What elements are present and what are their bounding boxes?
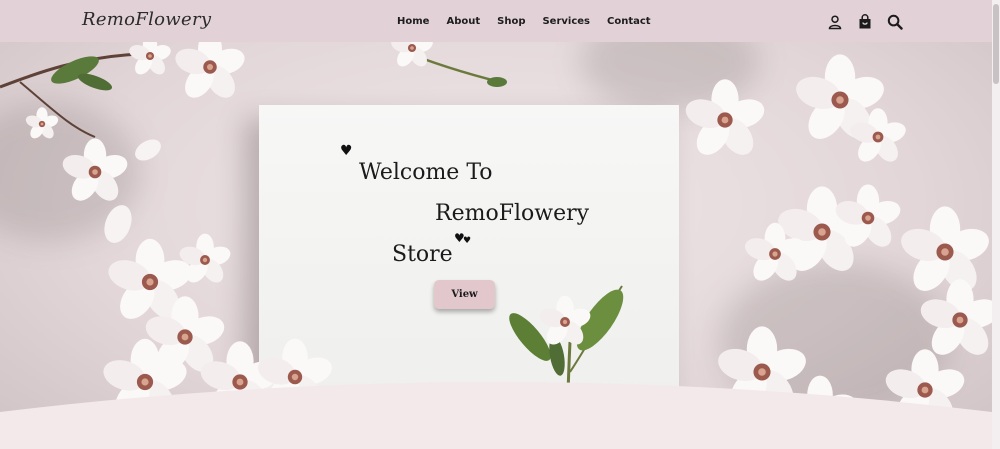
user-icon[interactable] (827, 14, 843, 30)
hero-bottom-curve (0, 382, 992, 449)
site-logo[interactable]: RemoFlowery (82, 9, 211, 30)
shopping-bag-icon[interactable] (857, 14, 873, 30)
nav-home[interactable]: Home (397, 16, 429, 27)
hero-section: ♥ Welcome To RemoFlowery Store ♥ ♥ View (0, 42, 992, 449)
nav-contact[interactable]: Contact (607, 16, 651, 27)
site-header: RemoFlowery Home About Shop Services Con… (0, 0, 1000, 42)
main-nav: Home About Shop Services Contact (397, 16, 668, 27)
page-scrollbar[interactable] (992, 0, 1000, 449)
header-icons (827, 14, 903, 30)
scrollbar-thumb[interactable] (993, 4, 999, 84)
nav-about[interactable]: About (446, 16, 480, 27)
nav-services[interactable]: Services (542, 16, 590, 27)
search-icon[interactable] (887, 14, 903, 30)
nav-shop[interactable]: Shop (497, 16, 525, 27)
